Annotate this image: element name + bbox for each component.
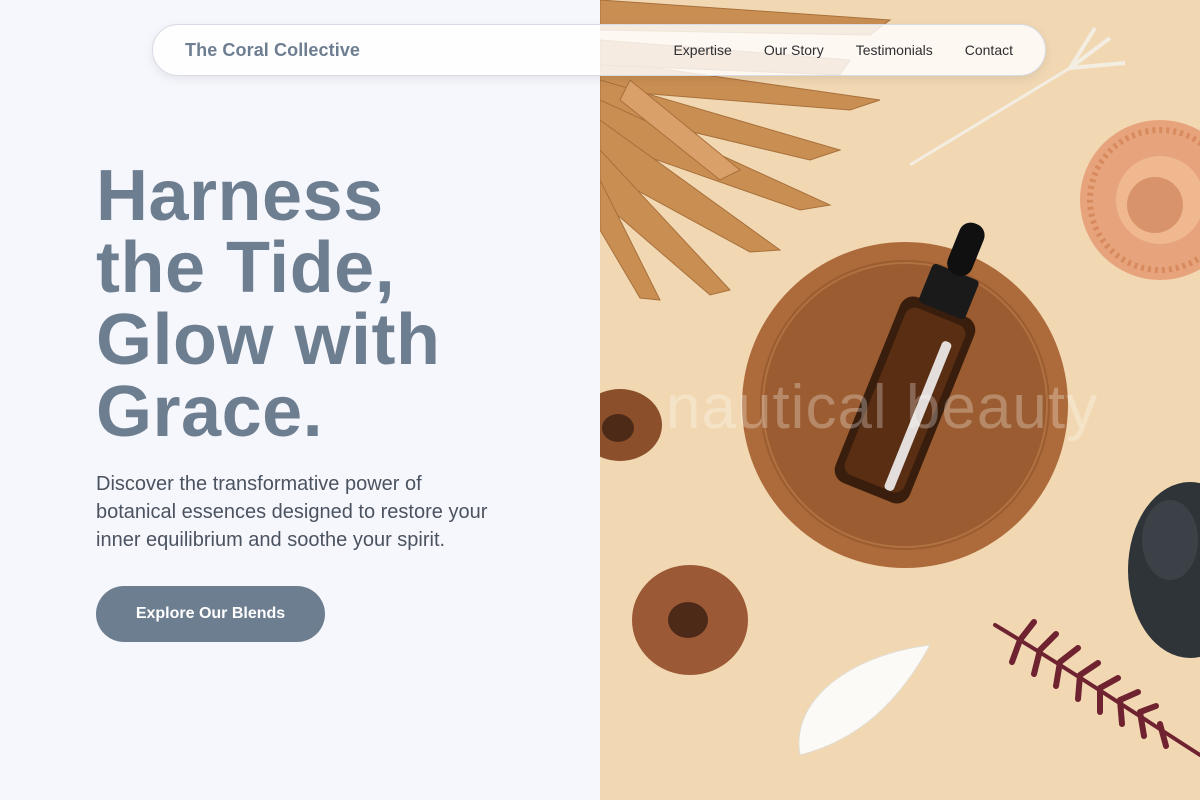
nav-link-testimonials[interactable]: Testimonials (856, 42, 933, 58)
brand-logo-text[interactable]: The Coral Collective (185, 40, 360, 61)
hero-title-line: Grace. (96, 372, 324, 452)
hero-title-line: the Tide, (96, 228, 396, 308)
nav-links: Expertise Our Story Testimonials Contact (673, 42, 1013, 58)
top-navigation-bar: The Coral Collective Expertise Our Story… (152, 24, 1046, 76)
nav-link-contact[interactable]: Contact (965, 42, 1013, 58)
explore-blends-button[interactable]: Explore Our Blends (96, 586, 325, 642)
image-watermark-text: nautical beauty (666, 373, 1099, 442)
nav-link-expertise[interactable]: Expertise (673, 42, 731, 58)
hero-title: Harness the Tide, Glow with Grace. (96, 160, 556, 448)
hero-title-line: Glow with (96, 300, 441, 380)
hero-subtitle: Discover the transformative power of bot… (96, 473, 488, 551)
nav-link-our-story[interactable]: Our Story (764, 42, 824, 58)
hero-title-line: Harness (96, 156, 384, 236)
